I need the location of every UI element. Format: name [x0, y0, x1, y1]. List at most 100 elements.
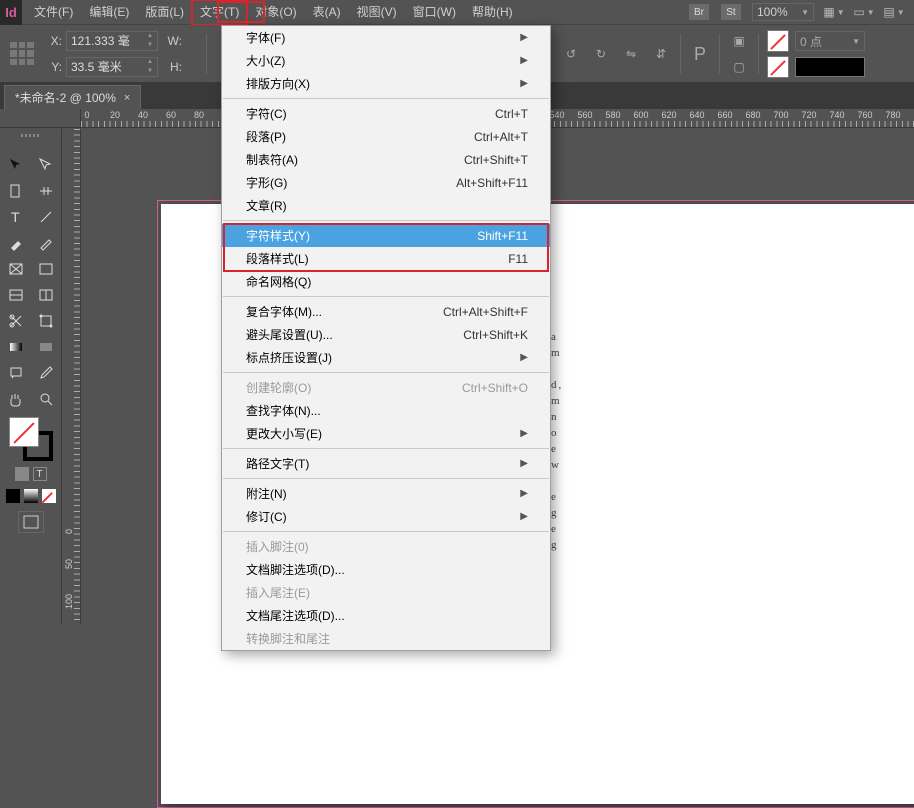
menu-font[interactable]: 字体(F)▶	[222, 26, 550, 49]
menu-insert-footnote[interactable]: 插入脚注(0)	[222, 535, 550, 558]
flip-h-icon[interactable]: ⇋	[620, 43, 642, 65]
direct-selection-tool[interactable]	[33, 153, 59, 177]
menu-kinsoku[interactable]: 避头尾设置(U)...Ctrl+Shift+K	[222, 323, 550, 346]
tools-panel: T T	[0, 129, 62, 624]
page-body-text: a m d, m n o e w e g e g	[551, 329, 641, 553]
apply-none-icon[interactable]	[42, 489, 56, 503]
menu-view[interactable]: 视图(V)	[349, 0, 405, 25]
screen-mode-icon[interactable]: ▭▼	[854, 4, 874, 20]
menu-character-styles[interactable]: 字符样式(Y)Shift+F11	[222, 224, 550, 247]
menu-insert-endnote[interactable]: 插入尾注(E)	[222, 581, 550, 604]
stock-button[interactable]: St	[720, 3, 742, 21]
select-container-icon[interactable]: ▣	[728, 30, 750, 52]
reference-point-grid[interactable]	[10, 42, 34, 66]
submenu-arrow-icon: ▶	[520, 55, 528, 66]
stroke-style[interactable]	[795, 57, 865, 77]
submenu-arrow-icon: ▶	[520, 511, 528, 522]
h-input[interactable]	[186, 57, 200, 77]
paragraph-align-icon[interactable]: P	[689, 43, 711, 65]
formatting-container-icon[interactable]	[15, 467, 29, 481]
menu-convert-notes[interactable]: 转换脚注和尾注	[222, 627, 550, 650]
select-content-icon[interactable]: ▢	[728, 56, 750, 78]
note-tool[interactable]	[3, 361, 29, 385]
hand-tool[interactable]	[3, 387, 29, 411]
menu-layout[interactable]: 版面(L)	[137, 0, 192, 25]
scissors-tool[interactable]	[3, 309, 29, 333]
menu-object[interactable]: 对象(O)	[247, 0, 304, 25]
close-icon[interactable]: ×	[124, 92, 130, 104]
menu-character[interactable]: 字符(C)Ctrl+T	[222, 102, 550, 125]
gradient-swatch-tool[interactable]	[3, 335, 29, 359]
stroke-weight-value: 0 点	[800, 33, 822, 50]
gap-tool[interactable]	[33, 179, 59, 203]
apply-color-icon[interactable]	[6, 489, 20, 503]
menu-glyphs[interactable]: 字形(G)Alt+Shift+F11	[222, 171, 550, 194]
menu-bar: Id 文件(F) 编辑(E) 版面(L) 文字(T) 对象(O) 表(A) 视图…	[0, 0, 914, 25]
menu-paragraph-styles[interactable]: 段落样式(L)F11	[222, 247, 550, 270]
submenu-arrow-icon: ▶	[520, 458, 528, 469]
menu-tabs[interactable]: 制表符(A)Ctrl+Shift+T	[222, 148, 550, 171]
x-value: 121.333 毫	[71, 32, 130, 49]
menu-named-grids[interactable]: 命名网格(Q)	[222, 270, 550, 293]
screen-mode-button[interactable]	[18, 511, 44, 533]
menu-composite-fonts[interactable]: 复合字体(M)...Ctrl+Alt+Shift+F	[222, 300, 550, 323]
fill-swatch[interactable]	[767, 30, 789, 52]
menu-edit[interactable]: 编辑(E)	[81, 0, 137, 25]
free-transform-tool[interactable]	[33, 309, 59, 333]
menu-window[interactable]: 窗口(W)	[405, 0, 464, 25]
fill-stroke-swatch[interactable]	[9, 417, 53, 461]
w-input[interactable]	[186, 31, 200, 51]
rotate-ccw-icon[interactable]: ↺	[560, 43, 582, 65]
menu-find-font[interactable]: 查找字体(N)...	[222, 399, 550, 422]
menu-story[interactable]: 文章(R)	[222, 194, 550, 217]
bridge-button[interactable]: Br	[688, 3, 710, 21]
menu-size[interactable]: 大小(Z)▶	[222, 49, 550, 72]
selection-tool[interactable]	[3, 153, 29, 177]
panel-grip[interactable]	[0, 129, 61, 141]
view-options-icon[interactable]: ▦▼	[824, 4, 844, 20]
menu-notes[interactable]: 附注(N)▶	[222, 482, 550, 505]
rectangle-frame-tool[interactable]	[3, 257, 29, 281]
page-tool[interactable]	[3, 179, 29, 203]
x-input[interactable]: 121.333 毫 ▲▼	[66, 31, 158, 51]
eyedropper-tool[interactable]	[33, 361, 59, 385]
menu-writing-direction[interactable]: 排版方向(X)▶	[222, 72, 550, 95]
stroke-weight-input[interactable]: 0 点 ▼	[795, 31, 865, 51]
grid-tool-h[interactable]	[3, 283, 29, 307]
menu-table[interactable]: 表(A)	[305, 0, 349, 25]
arrange-icon[interactable]: ▤▼	[884, 4, 904, 20]
apply-gradient-icon[interactable]	[24, 489, 38, 503]
grid-tool-v[interactable]	[33, 283, 59, 307]
menu-type[interactable]: 文字(T)	[192, 0, 247, 25]
pen-tool[interactable]	[3, 231, 29, 255]
pencil-tool[interactable]	[33, 231, 59, 255]
rotate-cw-icon[interactable]: ↻	[590, 43, 612, 65]
menu-track-changes[interactable]: 修订(C)▶	[222, 505, 550, 528]
w-label: W:	[166, 34, 182, 48]
line-tool[interactable]	[33, 205, 59, 229]
zoom-level[interactable]: 100% ▼	[752, 3, 814, 21]
menu-create-outlines[interactable]: 创建轮廓(O)Ctrl+Shift+O	[222, 376, 550, 399]
gradient-feather-tool[interactable]	[33, 335, 59, 359]
menu-help[interactable]: 帮助(H)	[464, 0, 521, 25]
document-tab[interactable]: *未命名-2 @ 100% ×	[4, 85, 141, 109]
formatting-text-icon[interactable]: T	[33, 467, 47, 481]
chevron-down-icon: ▼	[801, 8, 809, 17]
rectangle-tool[interactable]	[33, 257, 59, 281]
menu-paragraph[interactable]: 段落(P)Ctrl+Alt+T	[222, 125, 550, 148]
menu-mojikumi[interactable]: 标点挤压设置(J)▶	[222, 346, 550, 369]
flip-v-icon[interactable]: ⇵	[650, 43, 672, 65]
type-menu-dropdown: 字体(F)▶ 大小(Z)▶ 排版方向(X)▶ 字符(C)Ctrl+T 段落(P)…	[221, 25, 551, 651]
zoom-text: 100%	[757, 5, 788, 19]
stroke-swatch[interactable]	[767, 56, 789, 78]
y-input[interactable]: 33.5 毫米 ▲▼	[66, 57, 158, 77]
y-label: Y:	[46, 60, 62, 74]
menu-type-on-path[interactable]: 路径文字(T)▶	[222, 452, 550, 475]
submenu-arrow-icon: ▶	[520, 78, 528, 89]
menu-change-case[interactable]: 更改大小写(E)▶	[222, 422, 550, 445]
type-tool[interactable]: T	[3, 205, 29, 229]
zoom-tool[interactable]	[33, 387, 59, 411]
menu-footnote-options[interactable]: 文档脚注选项(D)...	[222, 558, 550, 581]
menu-file[interactable]: 文件(F)	[26, 0, 81, 25]
app-logo: Id	[0, 0, 22, 25]
